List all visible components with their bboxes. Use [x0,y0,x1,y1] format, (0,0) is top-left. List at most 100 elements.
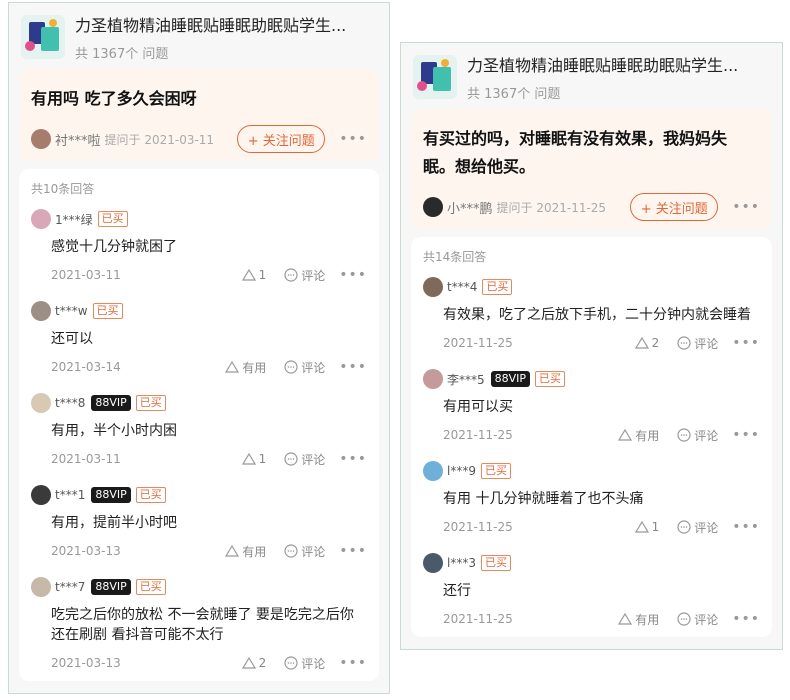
comment-button[interactable]: 评论 [677,427,718,444]
like-button[interactable]: 2 [241,656,266,670]
comment-bubble-icon [677,336,691,350]
comment-button[interactable]: 评论 [284,359,325,376]
like-button[interactable]: 有用 [225,359,266,376]
follow-question-button[interactable]: + 关注问题 [237,125,326,153]
asker-name: 小***鹏 [447,201,493,217]
bought-badge: 已买 [135,395,166,411]
more-dots-icon[interactable]: ••• [732,335,760,351]
comment-button[interactable]: 评论 [284,655,325,672]
like-button[interactable]: 有用 [618,427,659,444]
comment-bubble-icon [677,612,691,626]
like-button[interactable]: 1 [241,268,266,282]
comment-button[interactable]: 评论 [284,451,325,468]
answer-date: 2021-03-13 [51,656,121,670]
asker-name: 衬***啦 [55,133,101,149]
like-button[interactable]: 1 [241,452,266,466]
answer-text: 有用可以买 [443,399,513,415]
product-title: 力圣植物精油睡眠贴睡眠助眠贴学生... [467,56,739,75]
more-dots-icon[interactable]: ••• [732,199,760,215]
triangle-like-icon [241,657,256,669]
list-item: t***w 已买 还可以 2021-03-14 有用 评论 ••• [31,293,367,385]
more-dots-icon[interactable]: ••• [339,131,367,147]
answer-user: l***3 [447,556,476,570]
more-dots-icon[interactable]: ••• [339,267,367,283]
answer-user: t***w [55,304,88,318]
vip-badge: 88VIP [490,371,531,387]
answer-user: 李***5 [447,372,485,387]
vip-badge: 88VIP [91,579,131,595]
follow-question-button[interactable]: + 关注问题 [630,193,719,221]
bought-badge: 已买 [482,279,513,295]
more-dots-icon[interactable]: ••• [339,359,367,375]
question-card: 有买过的吗，对睡眠有没有效果，我妈妈失眠。想给他买。 小***鹏 提问于 202… [411,109,772,229]
more-dots-icon[interactable]: ••• [339,543,367,559]
comment-button[interactable]: 评论 [677,611,718,628]
answer-date: 2021-11-25 [443,336,513,350]
product-header[interactable]: 力圣植物精油睡眠贴睡眠助眠贴学生... 共 1367个 问题 [401,43,782,109]
more-dots-icon[interactable]: ••• [732,519,760,535]
comment-bubble-icon [284,360,298,374]
answer-user: t***8 [55,396,86,410]
bought-badge: 已买 [135,487,166,503]
product-thumbnail [21,15,65,59]
comment-button[interactable]: 评论 [677,519,718,536]
more-dots-icon[interactable]: ••• [339,655,367,671]
list-item: 李***5 88VIP 已买 有用可以买 2021-11-25 有用 评论 ••• [423,361,760,453]
asker-row: 小***鹏 提问于 2021-11-25 + 关注问题 ••• [423,185,760,229]
product-thumbnail [413,55,457,99]
answer-count: 共10条回答 [31,182,95,196]
bought-badge: 已买 [97,211,128,227]
answer-date: 2021-03-11 [51,452,121,466]
list-item: t***1 88VIP 已买 有用，提前半小时吧 2021-03-13 有用 评论 … [31,477,367,569]
more-dots-icon[interactable]: ••• [339,451,367,467]
answer-text: 还可以 [51,331,93,347]
comment-bubble-icon [284,268,298,282]
question-count: 共 1367个 问题 [467,87,561,102]
answer-text: 有用，提前半小时吧 [51,515,177,531]
answer-text: 还行 [443,583,471,599]
avatar[interactable] [423,369,443,389]
avatar[interactable] [423,553,443,573]
triangle-like-icon [634,337,649,349]
avatar[interactable] [31,485,51,505]
avatar[interactable] [423,461,443,481]
list-item: t***4 已买 有效果，吃了之后放下手机，二十分钟内就会睡着 2021-11-2… [423,269,760,361]
answer-date: 2021-11-25 [443,612,513,626]
answer-list: 共14条回答 t***4 已买 有效果，吃了之后放下手机，二十分钟内就会睡着 20… [411,237,772,637]
question-text: 有用吗 吃了多久会困呀 [31,89,197,108]
like-button[interactable]: 有用 [618,611,659,628]
avatar[interactable] [31,393,51,413]
answer-list: 共10条回答 1***绿 已买 感觉十几分钟就困了 2021-03-11 1 评论… [19,169,379,681]
avatar[interactable] [423,277,443,297]
avatar[interactable] [31,577,51,597]
list-item: l***3 已买 还行 2021-11-25 有用 评论 ••• [423,545,760,637]
comment-button[interactable]: 评论 [677,335,718,352]
bought-badge: 已买 [480,555,511,571]
triangle-like-icon [634,521,649,533]
product-header[interactable]: 力圣植物精油睡眠贴睡眠助眠贴学生... 共 1367个 问题 [9,3,389,69]
like-button[interactable]: 2 [634,336,659,350]
list-item: t***7 88VIP 已买 吃完之后你的放松 不一会就睡了 要是吃完之后你还在刷剧… [31,569,367,681]
triangle-like-icon [241,453,256,465]
answer-text: 有效果，吃了之后放下手机，二十分钟内就会睡着 [443,307,751,323]
ask-date: 提问于 2021-11-25 [496,200,607,215]
answer-text: 感觉十几分钟就困了 [51,239,177,255]
answer-text: 有用，半个小时内困 [51,423,177,439]
avatar[interactable] [31,209,51,229]
more-dots-icon[interactable]: ••• [732,611,760,627]
like-button[interactable]: 1 [634,520,659,534]
answer-date: 2021-03-13 [51,544,121,558]
answer-date: 2021-03-11 [51,268,121,282]
bought-badge: 已买 [480,463,511,479]
comment-button[interactable]: 评论 [284,543,325,560]
comment-button[interactable]: 评论 [284,267,325,284]
triangle-like-icon [241,269,256,281]
answer-user: l***9 [447,464,476,478]
answer-count: 共14条回答 [423,250,487,264]
question-count: 共 1367个 问题 [75,47,169,62]
more-dots-icon[interactable]: ••• [732,427,760,443]
answer-text: 吃完之后你的放松 不一会就睡了 要是吃完之后你还在刷剧 看抖音可能不太行 [51,607,354,643]
avatar[interactable] [31,301,51,321]
like-button[interactable]: 有用 [225,543,266,560]
list-item: l***9 已买 有用 十几分钟就睡着了也不头痛 2021-11-25 1 评论 … [423,453,760,545]
